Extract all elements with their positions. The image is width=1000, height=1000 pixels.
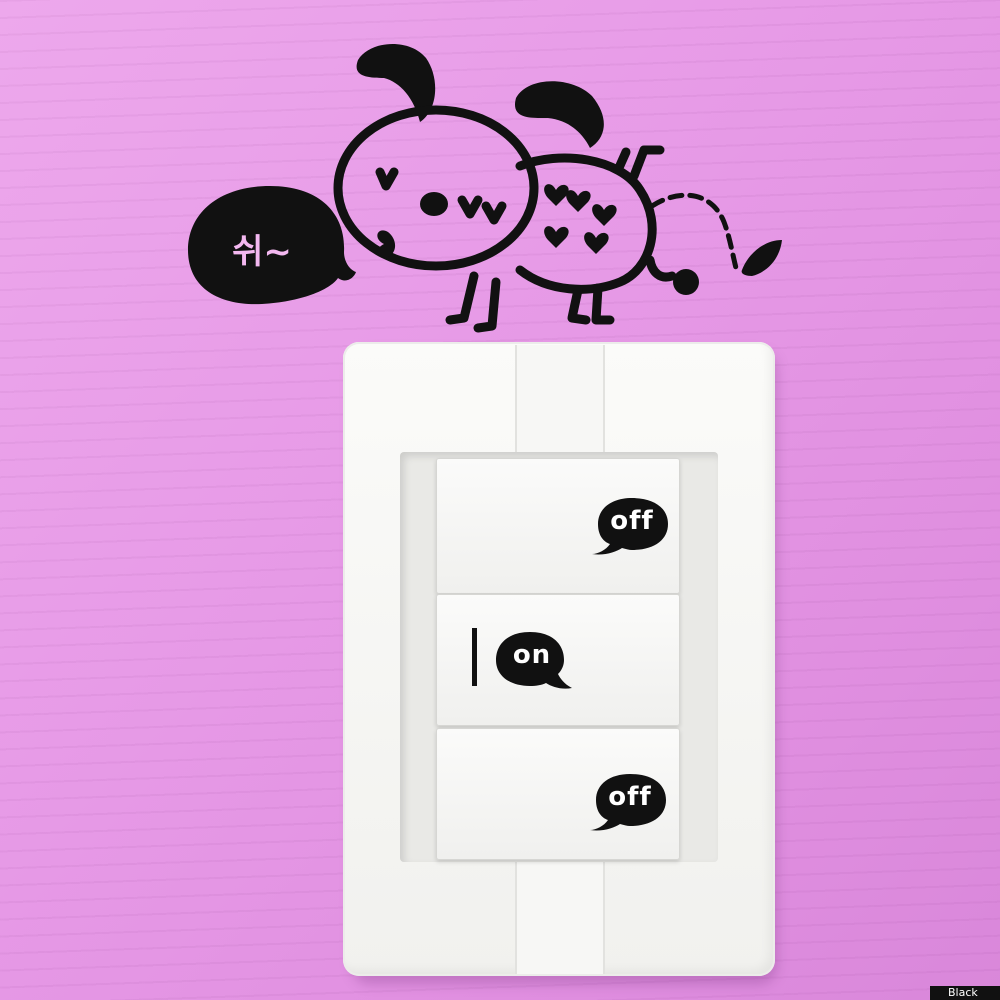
watermark-badge: Black: [930, 986, 1000, 1000]
switch-label-top: off: [610, 506, 654, 536]
droplet-icon: [673, 240, 782, 295]
puppy-ears-icon: [356, 43, 604, 148]
plate-top-tab: [515, 345, 605, 457]
switch-label-bottom: off: [608, 782, 652, 812]
pee-stream-icon: [649, 192, 739, 271]
switch-label-bubble-bottom: off: [590, 772, 670, 834]
switch-label-middle: on: [512, 640, 552, 670]
switch-label-bubble-top: off: [592, 496, 672, 558]
on-indicator-line: [472, 628, 477, 686]
puppy-spots-icon: [544, 184, 617, 254]
plate-bottom-tab: [515, 862, 605, 974]
puppy-face-icon: [377, 192, 448, 258]
puppy-body-icon: [333, 105, 677, 333]
switch-label-bubble-middle: on: [492, 630, 572, 692]
speech-bubble-text: 쉬~: [232, 232, 292, 272]
